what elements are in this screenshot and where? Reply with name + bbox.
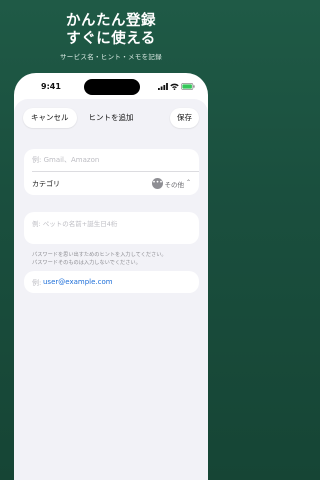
category-value: その他 (164, 181, 185, 189)
signal-icon (158, 83, 168, 90)
promo-title-line2: すぐに使える (66, 31, 156, 47)
chevron-updown-icon: ⌃ (185, 179, 191, 186)
dynamic-island (84, 79, 140, 95)
status-bar: 9:41 (14, 73, 208, 101)
save-button[interactable]: 保存 (170, 108, 199, 128)
email-example: user@example.com (43, 278, 113, 286)
hint-card (24, 212, 199, 244)
wifi-icon (170, 83, 179, 90)
hint-footnote: パスワードを思い出すためのヒントを入力してください。 パスワードそのものは入力し… (32, 251, 202, 267)
status-time: 9:41 (41, 82, 61, 91)
footnote-line1: パスワードを思い出すためのヒントを入力してください。 (32, 252, 167, 258)
nav-bar: キャンセル ヒントを追加 保存 (14, 99, 208, 139)
service-name-input[interactable] (24, 149, 199, 171)
hint-input[interactable] (24, 212, 199, 244)
phone-screen: 9:41 キャンセル ヒントを追加 保存 例: Gmail、Amazon カテゴ… (14, 73, 208, 480)
promo-subtitle: サービス名・ヒント・メモを記録 (60, 53, 162, 61)
promo-title-line1: かんたん登録 (66, 13, 156, 29)
footnote-line2: パスワードそのものは入力しないでください。 (32, 260, 141, 266)
more-icon: ••• (152, 178, 163, 189)
add-hint-sheet: キャンセル ヒントを追加 保存 カテゴリ ••• その他 ⌃ パスワードを思い出… (14, 99, 208, 480)
service-card: カテゴリ ••• その他 ⌃ (24, 149, 199, 195)
category-label: カテゴリ (32, 180, 60, 188)
battery-icon (181, 83, 195, 90)
email-prefix: 例: (32, 279, 42, 287)
promo-title: かんたん登録 すぐに使える (0, 12, 222, 48)
email-card[interactable]: 例: user@example.com (24, 271, 199, 293)
category-row[interactable]: カテゴリ ••• その他 ⌃ (24, 172, 199, 195)
